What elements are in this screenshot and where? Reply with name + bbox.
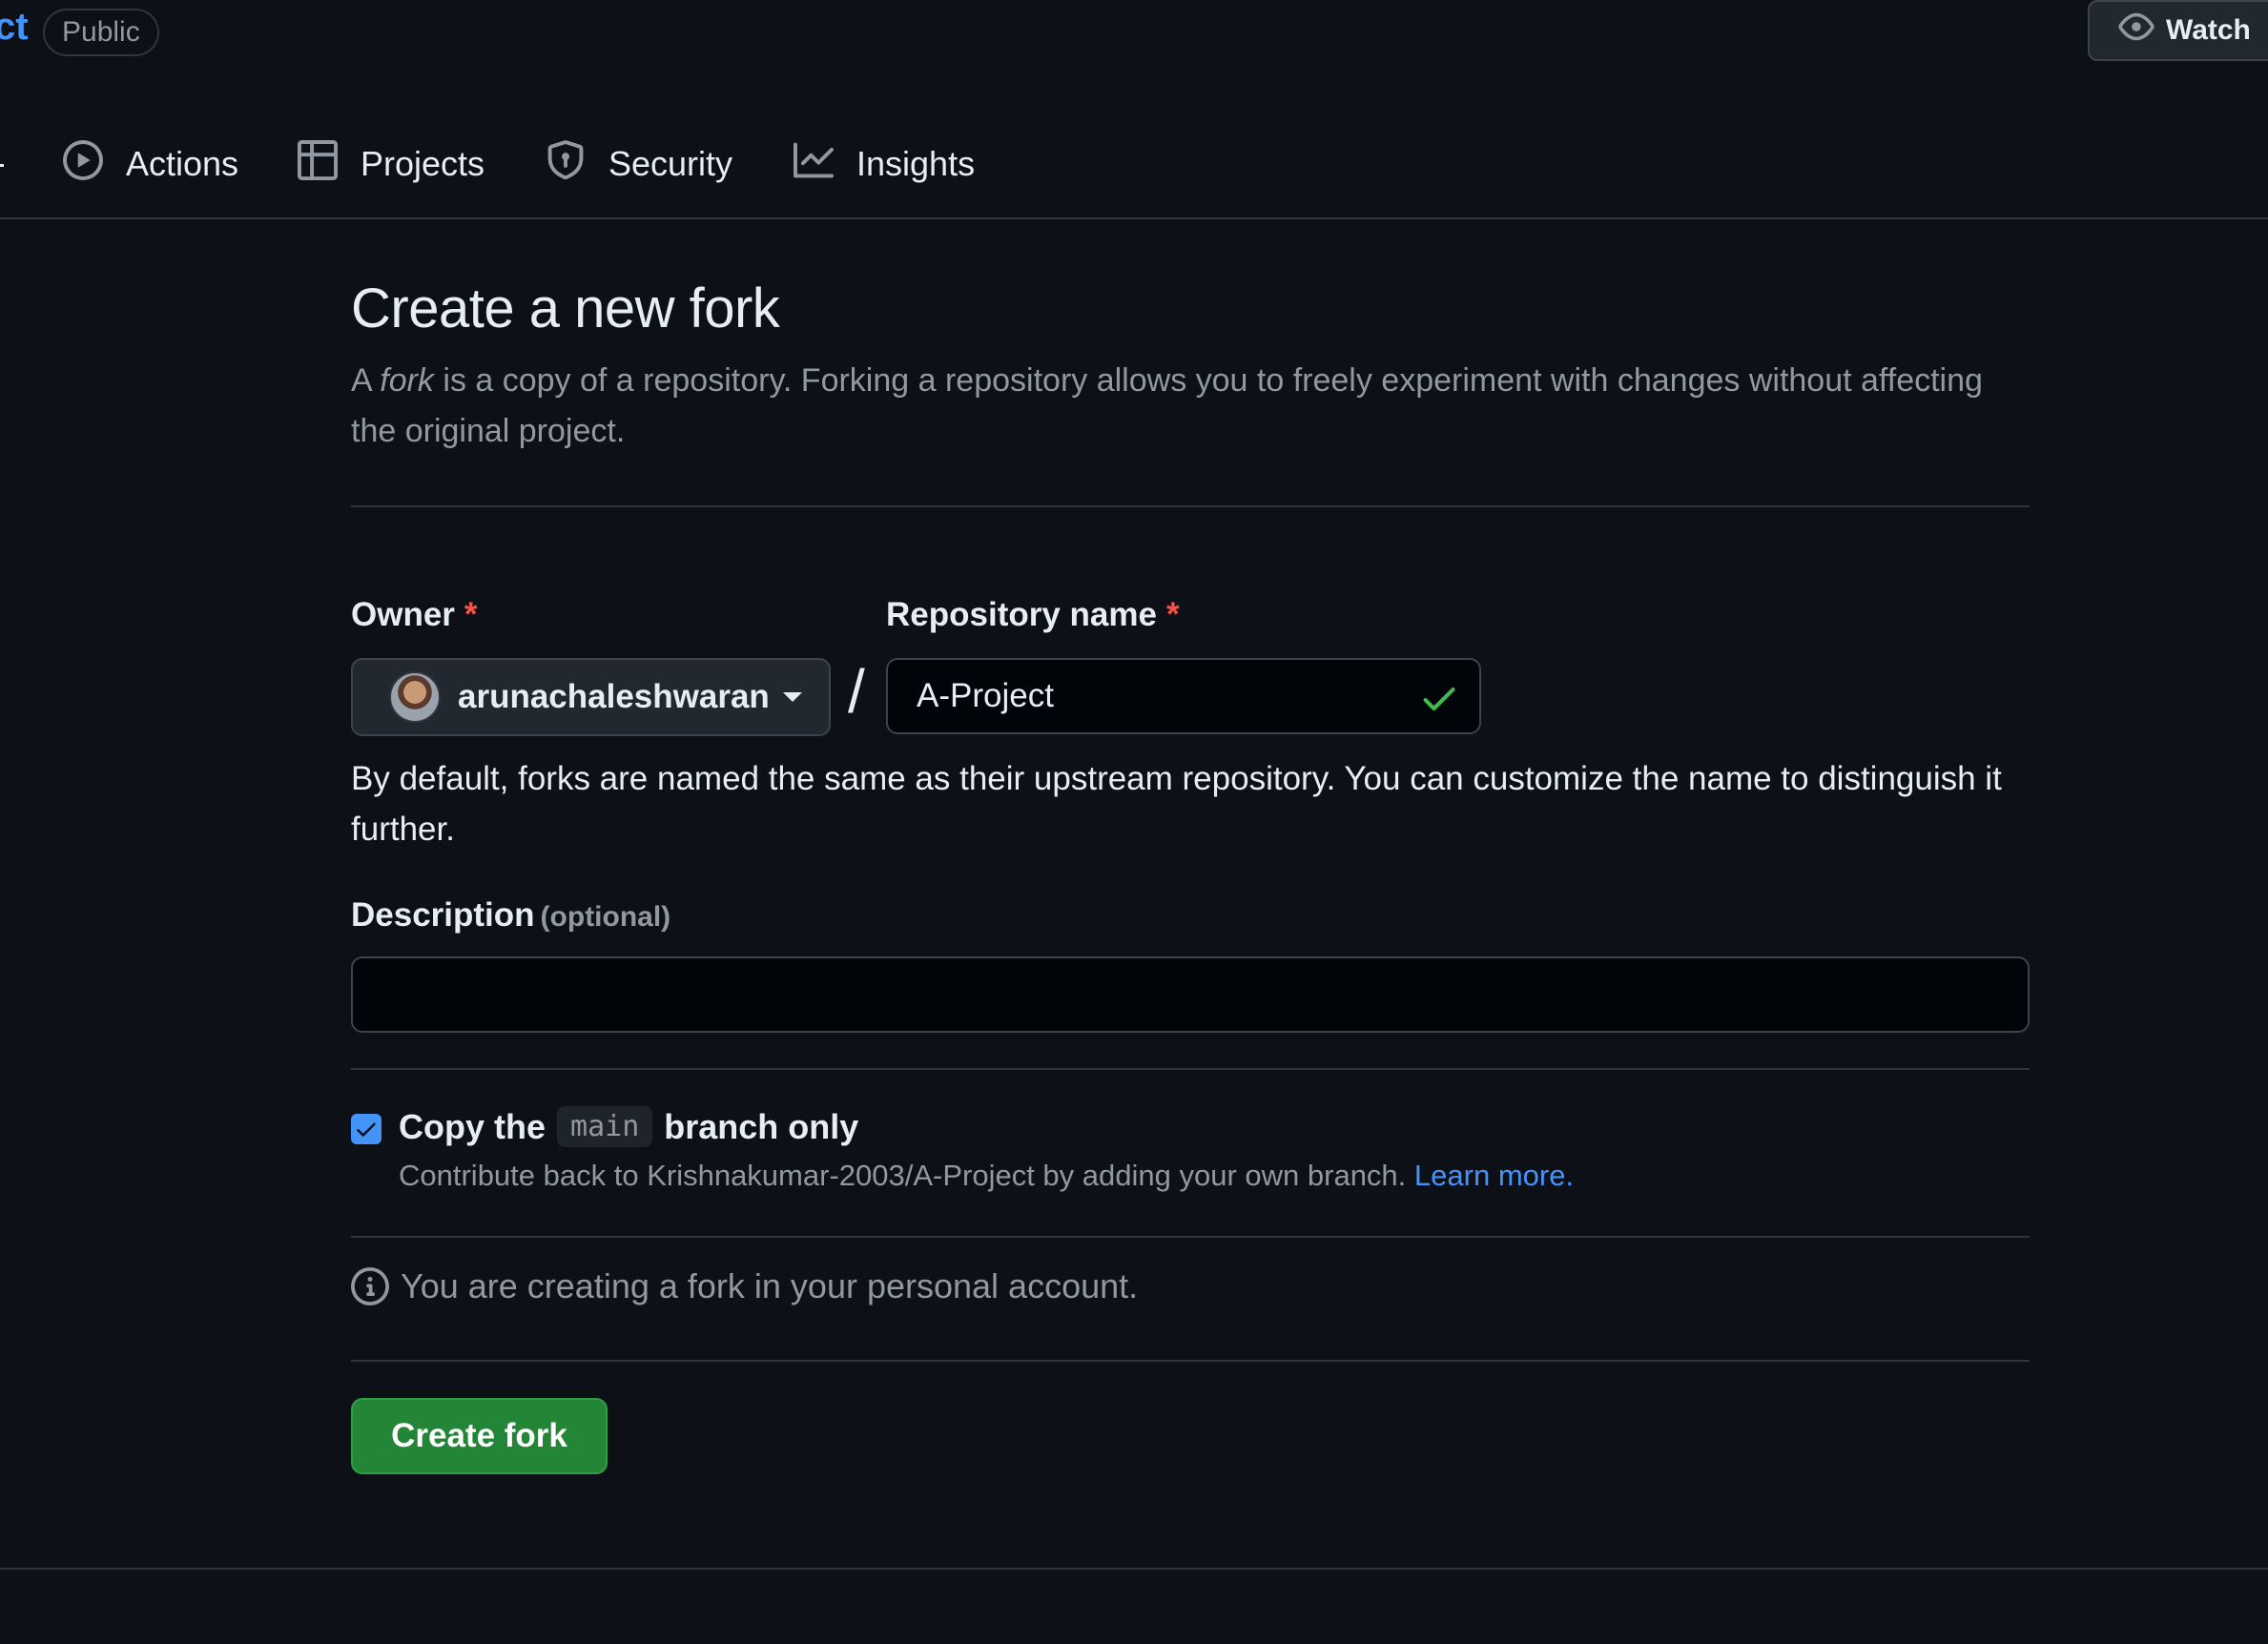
learn-more-link[interactable]: Learn more. <box>1414 1159 1574 1192</box>
tab-label: Actions <box>126 144 239 183</box>
create-fork-button[interactable]: Create fork <box>351 1398 608 1474</box>
tab-label: Security <box>608 144 733 183</box>
play-circle-icon <box>63 139 103 189</box>
tab-overflow-fragment <box>0 164 4 167</box>
check-icon <box>1423 688 1455 711</box>
path-separator: / <box>848 657 865 726</box>
branch-name: main <box>557 1106 653 1147</box>
repo-name-label: Repository name * <box>886 596 1180 633</box>
watch-button[interactable]: Watch <box>2088 0 2268 61</box>
repo-name-hint: By default, forks are named the same as … <box>351 760 2002 848</box>
watch-label: Watch <box>2166 14 2251 46</box>
required-mark: * <box>1165 596 1180 633</box>
shield-icon <box>546 139 586 189</box>
page: ct Public Watch Actions Projects Securit… <box>0 0 2268 1644</box>
graph-icon <box>794 140 834 189</box>
description-input[interactable] <box>351 956 2030 1033</box>
optional-tag: (optional) <box>540 901 671 933</box>
table-icon <box>298 139 338 189</box>
eye-icon <box>2118 9 2155 52</box>
page-title: Create a new fork <box>351 277 780 339</box>
repo-name-link[interactable]: ct <box>0 6 29 49</box>
tab-security[interactable]: Security <box>546 137 732 191</box>
repo-name-field <box>886 658 1481 734</box>
tab-label: Insights <box>856 144 976 183</box>
visibility-badge: Public <box>43 9 159 56</box>
owner-value: arunachaleshwaran <box>458 678 770 715</box>
divider <box>351 1360 2030 1362</box>
info-icon <box>351 1267 389 1305</box>
repo-name-input[interactable] <box>888 660 1479 732</box>
tab-projects[interactable]: Projects <box>298 137 485 191</box>
fork-form: Create a new fork A fork is a copy of a … <box>351 277 2030 1474</box>
owner-dropdown[interactable]: arunachaleshwaran <box>351 658 831 736</box>
required-mark: * <box>464 596 478 633</box>
footer-divider <box>0 1568 2268 1570</box>
fork-term: fork <box>380 362 434 399</box>
copy-main-hint: Contribute back to Krishnakumar-2003/A-P… <box>399 1159 1575 1192</box>
tab-label: Projects <box>361 144 485 183</box>
owner-label: Owner * <box>351 596 478 633</box>
copy-main-label[interactable]: Copy the main branch only <box>399 1106 858 1147</box>
copy-main-checkbox[interactable] <box>351 1114 381 1144</box>
tab-actions[interactable]: Actions <box>63 137 238 191</box>
repo-tab-nav: Actions Projects Security Insights <box>0 124 2268 219</box>
tab-insights[interactable]: Insights <box>794 137 975 191</box>
description-label: Description (optional) <box>351 896 671 934</box>
checkmark-icon <box>357 1122 376 1137</box>
divider <box>351 505 2030 507</box>
divider <box>351 1236 2030 1238</box>
info-notice: You are creating a fork in your personal… <box>351 1266 1138 1306</box>
caret-down-icon <box>782 692 802 702</box>
info-text: You are creating a fork in your personal… <box>401 1266 1139 1305</box>
fork-intro: A fork is a copy of a repository. Forkin… <box>351 362 1983 449</box>
avatar <box>389 671 441 723</box>
divider <box>351 1068 2030 1070</box>
